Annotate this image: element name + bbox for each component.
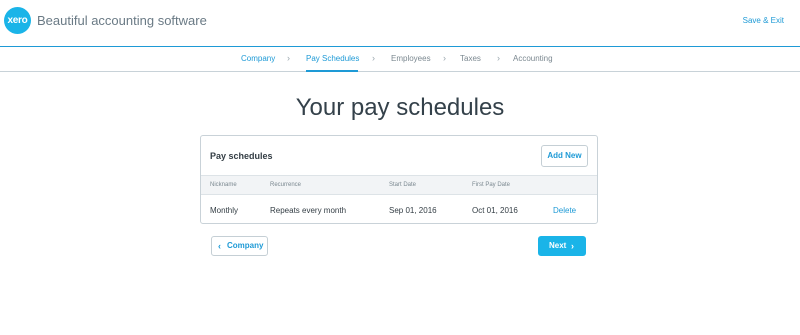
chevron-right-icon: › (372, 53, 375, 63)
cell-start-date: Sep 01, 2016 (389, 206, 437, 215)
delete-link[interactable]: Delete (553, 206, 576, 215)
panel-title: Pay schedules (210, 151, 273, 161)
step-taxes[interactable]: Taxes (460, 54, 481, 63)
app-header: xero Beautiful accounting software Save … (0, 0, 800, 47)
chevron-right-icon: › (497, 53, 500, 63)
table-header: Nickname Recurrence Start Date First Pay… (201, 175, 597, 195)
step-employees[interactable]: Employees (391, 54, 431, 63)
setup-steps-nav: Company › Pay Schedules › Employees › Ta… (0, 47, 800, 72)
back-button-label: Company (227, 241, 264, 250)
column-nickname: Nickname (210, 182, 237, 188)
step-accounting[interactable]: Accounting (513, 54, 553, 63)
step-company[interactable]: Company (241, 54, 275, 63)
chevron-left-icon: ‹ (218, 241, 221, 251)
column-start-date: Start Date (389, 182, 417, 188)
column-recurrence: Recurrence (270, 182, 302, 188)
chevron-right-icon: › (443, 53, 446, 63)
next-button[interactable]: Next › (538, 236, 586, 256)
chevron-right-icon: › (571, 241, 574, 251)
app-title: Beautiful accounting software (37, 13, 207, 28)
xero-logo[interactable]: xero (4, 7, 31, 34)
save-exit-link[interactable]: Save & Exit (743, 16, 784, 25)
cell-recurrence: Repeats every month (270, 206, 347, 215)
page-title: Your pay schedules (295, 94, 505, 121)
chevron-right-icon: › (287, 53, 290, 63)
next-button-label: Next (549, 241, 567, 250)
cell-first-pay-date: Oct 01, 2016 (472, 206, 518, 215)
pay-schedules-panel: Pay schedules Add New Nickname Recurrenc… (200, 135, 598, 224)
active-step-indicator (306, 70, 358, 72)
column-first-pay-date: First Pay Date (472, 182, 511, 188)
cell-nickname: Monthly (210, 206, 239, 215)
back-company-button[interactable]: ‹ Company (211, 236, 268, 256)
table-row: Monthly Repeats every month Sep 01, 2016… (201, 196, 597, 224)
add-new-button[interactable]: Add New (541, 145, 588, 167)
step-pay-schedules[interactable]: Pay Schedules (306, 54, 359, 63)
